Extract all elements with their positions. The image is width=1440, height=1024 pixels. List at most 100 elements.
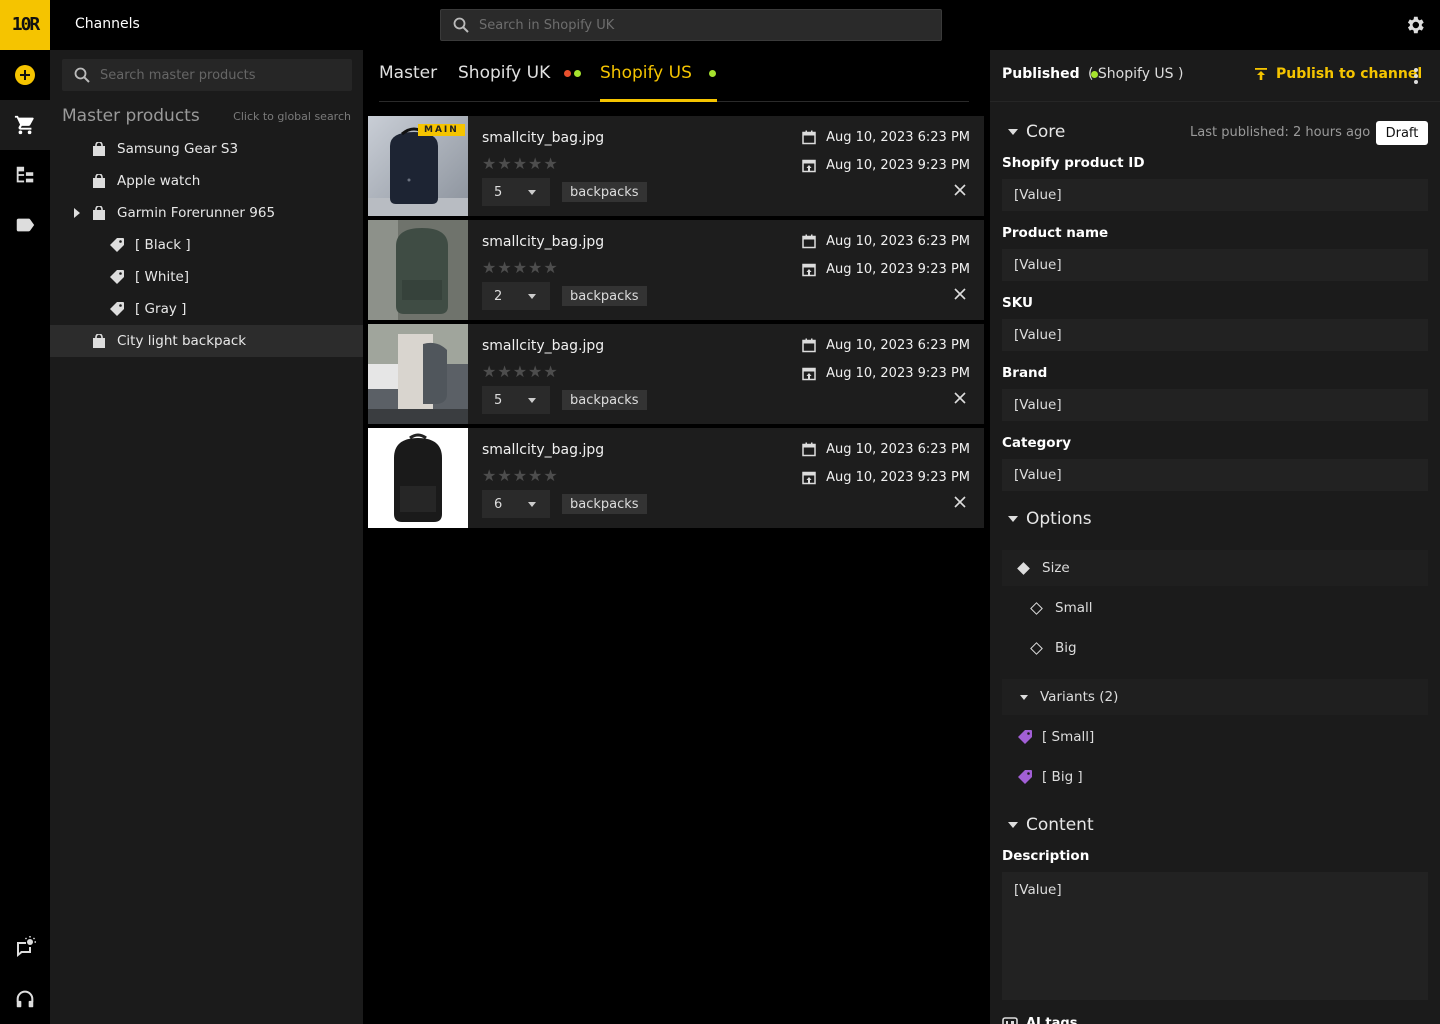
asset-card[interactable]: smallcity_bag.jpg ★★★★★ 2 backpacks Aug … [368, 220, 984, 320]
product-name-field[interactable]: [Value] [1002, 249, 1428, 281]
description-field[interactable]: [Value] [1002, 872, 1428, 1000]
ai-tags-section[interactable]: AI tags [1002, 1016, 1077, 1024]
rail-labels[interactable] [0, 200, 50, 250]
diamond-outline-icon [1030, 601, 1043, 615]
app-logo[interactable]: 10R [0, 0, 50, 50]
tree-item-variant-black[interactable]: [ Black ] [50, 229, 363, 261]
section-core-toggle[interactable]: Core [1008, 122, 1065, 142]
logo-text: 10R [11, 14, 40, 35]
tree-item-city-light-backpack[interactable]: City light backpack [50, 325, 363, 357]
asset-thumbnail[interactable] [368, 428, 468, 528]
ai-tags-label: AI tags [1026, 1016, 1078, 1024]
sku-field[interactable]: [Value] [1002, 319, 1428, 351]
close-icon[interactable] [952, 182, 968, 198]
tag-icon [109, 237, 125, 253]
tree-item-garmin[interactable]: Garmin Forerunner 965 [50, 197, 363, 229]
option-value-small[interactable]: Small [1002, 590, 1428, 626]
date-updated: Aug 10, 2023 9:23 PM [802, 366, 970, 381]
detail-header: Published ( Shopify US ) Publish to chan… [990, 50, 1440, 102]
variants-toggle[interactable]: Variants (2) [1002, 679, 1428, 715]
master-search-input[interactable] [100, 67, 340, 83]
asset-card[interactable]: MAIN smallcity_bag.jpg ★★★★★ 5 backpacks… [368, 116, 984, 216]
asset-card[interactable]: smallcity_bag.jpg ★★★★★ 5 backpacks Aug … [368, 324, 984, 424]
date-created: Aug 10, 2023 6:23 PM [802, 234, 970, 249]
close-icon[interactable] [952, 494, 968, 510]
rail-feedback[interactable] [0, 923, 50, 973]
variant-small[interactable]: [ Small] [1002, 719, 1428, 755]
asset-thumbnail[interactable] [368, 324, 468, 424]
rail-add[interactable] [0, 50, 50, 100]
asset-tag[interactable]: backpacks [562, 182, 647, 202]
bag-icon [91, 333, 107, 349]
chevron-down-icon [528, 294, 536, 299]
publish-status-label: Published [1002, 66, 1080, 82]
date-created-text: Aug 10, 2023 6:23 PM [826, 338, 970, 353]
date-created: Aug 10, 2023 6:23 PM [802, 130, 970, 145]
tree-item-samsung-gear[interactable]: Samsung Gear S3 [50, 133, 363, 165]
status-dot-green [573, 69, 581, 77]
asset-thumbnail[interactable] [368, 220, 468, 320]
expand-caret-icon[interactable] [74, 208, 80, 218]
option-value-big[interactable]: Big [1002, 630, 1428, 666]
left-rail [0, 50, 50, 1024]
calendar-icon [802, 338, 816, 353]
tree-item-label: Samsung Gear S3 [117, 141, 239, 157]
section-options-toggle[interactable]: Options [1008, 509, 1092, 529]
date-updated-text: Aug 10, 2023 9:23 PM [826, 470, 970, 485]
rail-hierarchy[interactable] [0, 150, 50, 200]
asset-tag[interactable]: backpacks [562, 286, 647, 306]
quantity-select[interactable]: 6 [482, 490, 550, 518]
variant-big[interactable]: [ Big ] [1002, 759, 1428, 795]
tab-shopify-us[interactable]: Shopify US [600, 63, 717, 103]
tree-item-variant-white[interactable]: [ White] [50, 261, 363, 293]
rating-stars[interactable]: ★★★★★ [482, 154, 559, 173]
tree-header: Master products [62, 106, 200, 126]
global-search-input[interactable] [479, 17, 899, 33]
tag-icon [109, 301, 125, 317]
tab-master[interactable]: Master [379, 63, 437, 103]
shopify-product-id-field[interactable]: [Value] [1002, 179, 1428, 211]
master-products-panel: Master products Click to global search S… [50, 50, 363, 1024]
close-icon[interactable] [952, 390, 968, 406]
brand-field[interactable]: [Value] [1002, 389, 1428, 421]
asset-thumbnail[interactable]: MAIN [368, 116, 468, 216]
date-updated-text: Aug 10, 2023 9:23 PM [826, 262, 970, 277]
global-search-box[interactable] [440, 9, 942, 41]
rating-stars[interactable]: ★★★★★ [482, 362, 559, 381]
tree-item-label: [ Black ] [135, 237, 191, 253]
master-search-box[interactable] [62, 59, 352, 91]
rail-channels[interactable] [0, 100, 50, 150]
feedback-icon [17, 936, 36, 957]
tag-icon [1018, 730, 1032, 744]
date-created-text: Aug 10, 2023 6:23 PM [826, 234, 970, 249]
collapse-caret-icon [1008, 822, 1018, 828]
quantity-select[interactable]: 5 [482, 178, 550, 206]
tree-item-variant-gray[interactable]: [ Gray ] [50, 293, 363, 325]
publish-channel: ( Shopify US ) [1088, 66, 1184, 82]
quantity-select[interactable]: 5 [482, 386, 550, 414]
close-icon[interactable] [952, 286, 968, 302]
global-search-hint[interactable]: Click to global search [233, 110, 351, 123]
headset-icon [16, 990, 34, 1008]
tab-shopify-uk[interactable]: Shopify UK [458, 63, 581, 103]
date-created: Aug 10, 2023 6:23 PM [802, 338, 970, 353]
calendar-upload-icon [802, 367, 816, 381]
more-vert-icon[interactable] [1410, 66, 1422, 86]
tree-item-apple-watch[interactable]: Apple watch [50, 165, 363, 197]
rating-stars[interactable]: ★★★★★ [482, 258, 559, 277]
category-field[interactable]: [Value] [1002, 459, 1428, 491]
asset-tag[interactable]: backpacks [562, 494, 647, 514]
gear-icon[interactable] [1404, 14, 1426, 36]
rail-support[interactable] [0, 974, 50, 1024]
option-size[interactable]: Size [1002, 550, 1428, 586]
asset-tag[interactable]: backpacks [562, 390, 647, 410]
rating-stars[interactable]: ★★★★★ [482, 466, 559, 485]
section-content-toggle[interactable]: Content [1008, 815, 1094, 835]
publish-to-channel-button[interactable]: Publish to channel [1254, 66, 1422, 82]
asset-card[interactable]: smallcity_bag.jpg ★★★★★ 6 backpacks Aug … [368, 428, 984, 528]
calendar-upload-icon [802, 471, 816, 485]
quantity-select[interactable]: 2 [482, 282, 550, 310]
asset-filename: smallcity_bag.jpg [482, 234, 605, 250]
draft-button[interactable]: Draft [1376, 121, 1428, 145]
date-updated: Aug 10, 2023 9:23 PM [802, 158, 970, 173]
